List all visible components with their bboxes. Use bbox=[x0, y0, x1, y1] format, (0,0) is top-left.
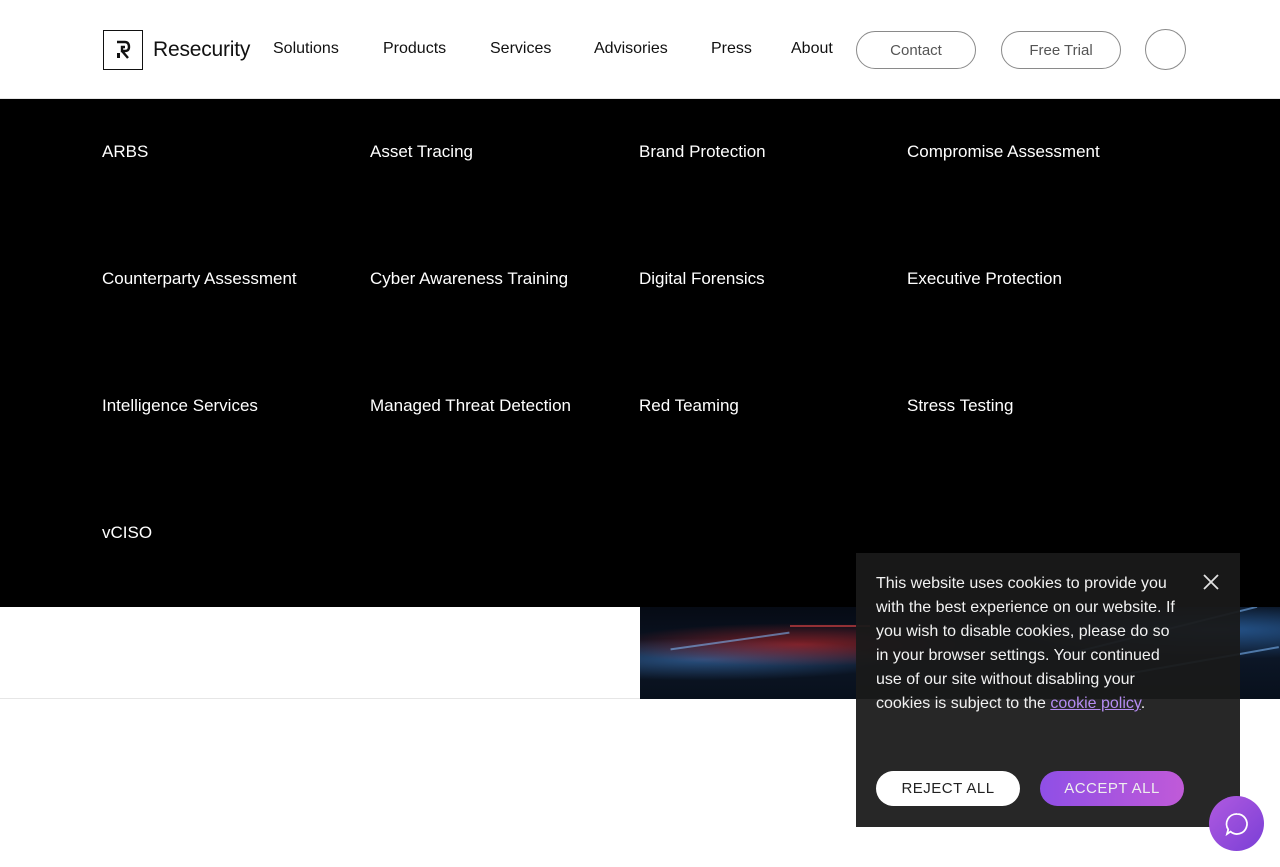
nav-about[interactable]: About bbox=[791, 38, 833, 60]
menu-item-red-teaming[interactable]: Red Teaming bbox=[639, 395, 739, 417]
menu-item-compromise-assessment[interactable]: Compromise Assessment bbox=[907, 141, 1100, 163]
cookie-message-end: . bbox=[1140, 695, 1146, 712]
menu-item-asset-tracing[interactable]: Asset Tracing bbox=[370, 141, 473, 163]
nav-press[interactable]: Press bbox=[711, 38, 752, 60]
menu-item-brand-protection[interactable]: Brand Protection bbox=[639, 141, 766, 163]
site-header: Resecurity Solutions Products Services A… bbox=[0, 0, 1280, 99]
accept-all-button[interactable]: ACCEPT ALL bbox=[1040, 771, 1184, 806]
menu-item-intelligence-services[interactable]: Intelligence Services bbox=[102, 395, 258, 417]
close-icon[interactable] bbox=[1200, 571, 1222, 593]
contact-button[interactable]: Contact bbox=[856, 31, 976, 69]
nav-products[interactable]: Products bbox=[383, 38, 446, 60]
logo-wordmark: Resecurity bbox=[153, 38, 251, 61]
section-divider bbox=[0, 698, 640, 699]
menu-item-cyber-awareness-training[interactable]: Cyber Awareness Training bbox=[370, 268, 568, 290]
nav-advisories[interactable]: Advisories bbox=[594, 38, 668, 60]
services-dropdown-menu: ARBS Asset Tracing Brand Protection Comp… bbox=[0, 99, 1280, 607]
free-trial-button[interactable]: Free Trial bbox=[1001, 31, 1121, 69]
cookie-policy-link[interactable]: cookie policy bbox=[1050, 695, 1140, 712]
menu-item-digital-forensics[interactable]: Digital Forensics bbox=[639, 268, 765, 290]
menu-item-vciso[interactable]: vCISO bbox=[102, 522, 152, 544]
reject-all-button[interactable]: REJECT ALL bbox=[876, 771, 1020, 806]
menu-item-counterparty-assessment[interactable]: Counterparty Assessment bbox=[102, 268, 297, 290]
menu-item-stress-testing[interactable]: Stress Testing bbox=[907, 395, 1013, 417]
chat-bubble-icon[interactable] bbox=[1209, 796, 1264, 851]
menu-item-arbs[interactable]: ARBS bbox=[102, 141, 148, 163]
cookie-message: This website uses cookies to provide you… bbox=[876, 572, 1176, 716]
cookie-banner: This website uses cookies to provide you… bbox=[856, 553, 1240, 827]
search-icon[interactable] bbox=[1145, 29, 1186, 70]
site-logo[interactable]: Resecurity bbox=[103, 30, 250, 70]
resecurity-logo-icon bbox=[103, 30, 143, 70]
menu-item-managed-threat-detection[interactable]: Managed Threat Detection bbox=[370, 395, 571, 417]
cookie-message-text: This website uses cookies to provide you… bbox=[876, 575, 1175, 712]
menu-item-executive-protection[interactable]: Executive Protection bbox=[907, 268, 1062, 290]
nav-services[interactable]: Services bbox=[490, 38, 551, 60]
nav-solutions[interactable]: Solutions bbox=[273, 38, 339, 60]
